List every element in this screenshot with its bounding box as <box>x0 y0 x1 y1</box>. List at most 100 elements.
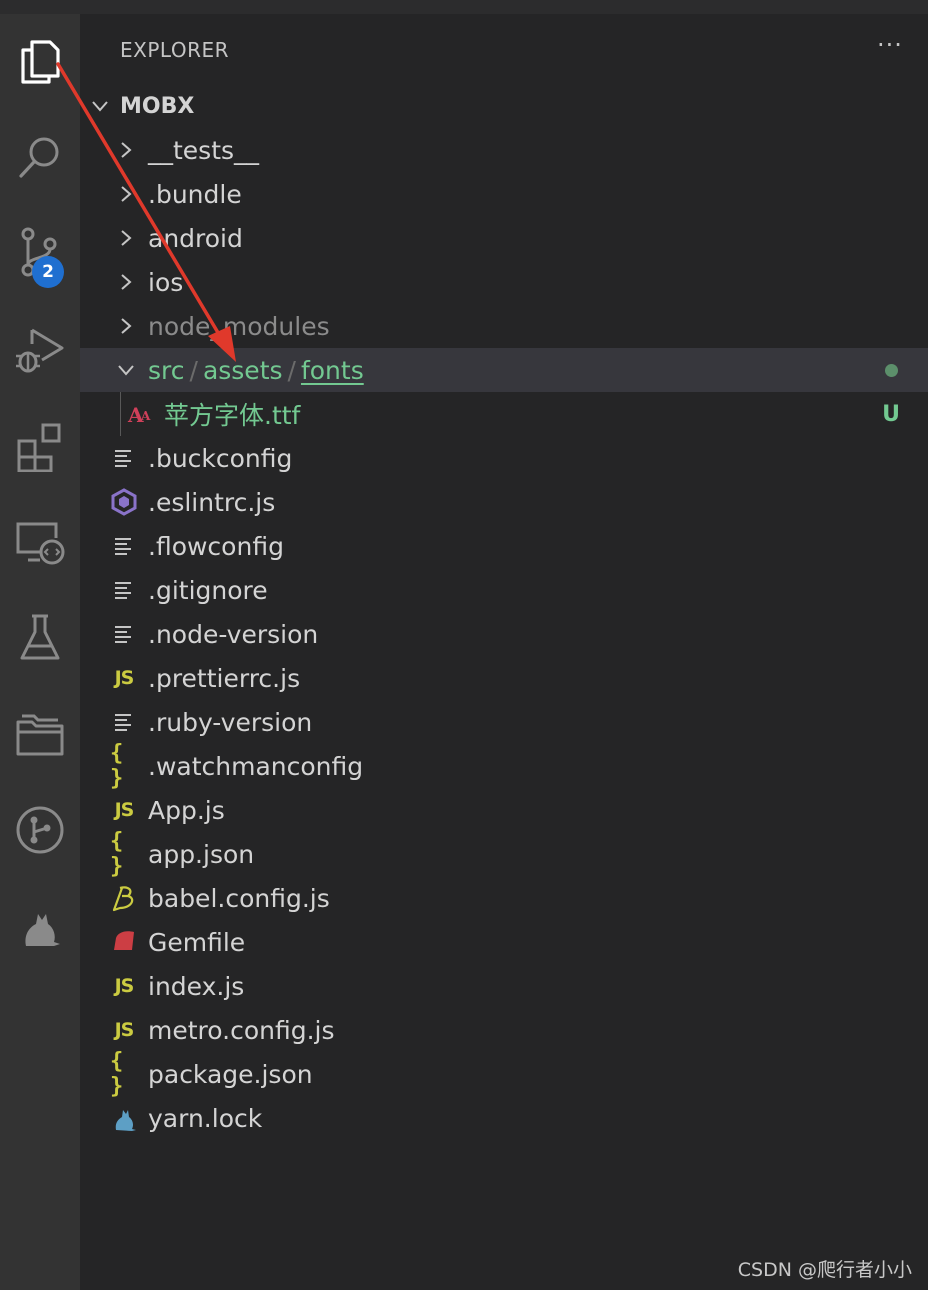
folder-row[interactable]: node_modules <box>80 304 928 348</box>
testing-activity-button[interactable] <box>0 598 80 678</box>
project-manager-icon <box>16 714 64 756</box>
js-icon: JS <box>114 975 135 997</box>
file-row[interactable]: yarn.lock <box>80 1096 928 1140</box>
chevron-right-icon <box>121 230 132 246</box>
file-row[interactable]: babel.config.js <box>80 876 928 920</box>
babel-icon <box>110 884 138 912</box>
svg-text:A: A <box>140 409 151 423</box>
extensions-icon <box>17 423 61 472</box>
file-row[interactable]: { } package.json <box>80 1049 928 1099</box>
root-folder-header[interactable]: MOBX <box>80 84 928 128</box>
explorer-sidebar: EXPLORER ··· MOBX __tests__ .bundle androi… <box>80 14 928 1290</box>
font-file-name: 苹方字体.ttf <box>164 401 301 430</box>
source-control-activity-button[interactable]: 2 <box>0 214 80 294</box>
window-top-strip <box>0 0 928 14</box>
chevron-right-icon <box>121 186 132 202</box>
lines-icon <box>110 444 138 472</box>
path-separator: / <box>287 355 296 385</box>
folder-row[interactable]: android <box>80 216 928 260</box>
compact-folder-src-assets-fonts[interactable]: src / assets / fonts <box>80 348 928 392</box>
folder-part-src[interactable]: src <box>148 356 185 385</box>
folder-row[interactable]: ios <box>80 260 928 304</box>
file-name: .prettierrc.js <box>148 663 301 693</box>
file-name: .ruby-version <box>148 707 313 737</box>
json-icon: { } <box>110 1049 124 1099</box>
root-folder-name: MOBX <box>120 93 195 119</box>
js-icon: JS <box>114 799 135 821</box>
folder-name: android <box>148 223 243 253</box>
file-row[interactable]: { } .watchmanconfig <box>80 741 928 791</box>
file-row[interactable]: .buckconfig <box>80 436 928 480</box>
git-graph-icon <box>16 806 64 854</box>
file-name: .flowconfig <box>148 531 284 561</box>
more-actions-button[interactable]: ··· <box>870 30 910 66</box>
search-activity-button[interactable] <box>0 118 80 198</box>
file-row[interactable]: .flowconfig <box>80 524 928 568</box>
file-row[interactable]: .node-version <box>80 612 928 656</box>
file-row[interactable]: JS App.js <box>80 788 928 832</box>
yarn-cat-icon <box>25 914 60 946</box>
watermark: CSDN @爬行者小小 <box>737 1259 912 1281</box>
json-icon: { } <box>110 829 124 879</box>
chevron-down-icon <box>92 101 108 112</box>
modified-contents-dot <box>885 363 898 377</box>
activity-bar: 2 <box>0 14 80 1290</box>
folder-row[interactable]: __tests__ <box>80 128 928 172</box>
file-name: .watchmanconfig <box>148 751 364 781</box>
file-row[interactable]: JS index.js <box>80 964 928 1008</box>
compact-folder-path: src / assets / fonts <box>148 356 364 385</box>
files-icon <box>21 40 60 84</box>
folder-part-assets[interactable]: assets <box>203 356 283 385</box>
file-name: Gemfile <box>148 927 246 957</box>
ruby-icon <box>110 928 138 956</box>
remote-explorer-icon <box>16 522 65 565</box>
file-name: .node-version <box>148 619 319 649</box>
untracked-status: U <box>882 401 900 427</box>
yarn-icon <box>110 1104 138 1132</box>
path-separator: / <box>189 355 198 385</box>
folder-name: __tests__ <box>148 135 260 165</box>
file-name: yarn.lock <box>148 1103 263 1133</box>
js-icon: JS <box>114 667 135 689</box>
run-debug-icon <box>16 328 64 373</box>
file-row-font[interactable]: A A 苹方字体.ttf U <box>80 392 928 436</box>
folder-name: .bundle <box>148 179 242 209</box>
js-icon: JS <box>114 1019 135 1041</box>
file-row[interactable]: .eslintrc.js <box>80 480 928 524</box>
chevron-right-icon <box>121 274 132 290</box>
chevron-down-icon <box>118 365 134 376</box>
testing-icon <box>20 614 60 660</box>
lines-icon <box>110 576 138 604</box>
file-row[interactable]: { } app.json <box>80 829 928 879</box>
chevron-right-icon <box>121 318 132 334</box>
file-name: app.json <box>148 839 255 869</box>
remote-explorer-activity-button[interactable] <box>0 502 80 582</box>
explorer-activity-button[interactable] <box>0 22 80 102</box>
folder-row[interactable]: .bundle <box>80 172 928 216</box>
run-debug-activity-button[interactable] <box>0 310 80 390</box>
search-icon <box>19 137 59 178</box>
lines-icon <box>110 532 138 560</box>
file-name: .gitignore <box>148 575 268 605</box>
file-name: package.json <box>148 1059 313 1089</box>
json-icon: { } <box>110 741 124 791</box>
git-graph-activity-button[interactable] <box>0 790 80 870</box>
file-row[interactable]: .gitignore <box>80 568 928 612</box>
file-row[interactable]: .ruby-version <box>80 700 928 744</box>
yarn-activity-button[interactable] <box>0 886 80 966</box>
project-manager-activity-button[interactable] <box>0 694 80 774</box>
file-row[interactable]: JS .prettierrc.js <box>80 656 928 700</box>
file-row[interactable]: Gemfile <box>80 920 928 964</box>
extensions-activity-button[interactable] <box>0 406 80 486</box>
lines-icon <box>110 708 138 736</box>
lines-icon <box>110 620 138 648</box>
folder-name: ios <box>148 267 184 297</box>
font-icon: A A <box>127 403 151 427</box>
file-name: App.js <box>148 795 225 825</box>
file-row[interactable]: JS metro.config.js <box>80 1008 928 1052</box>
folder-name: node_modules <box>148 311 330 341</box>
folder-part-fonts[interactable]: fonts <box>301 356 364 385</box>
file-name: index.js <box>148 971 245 1001</box>
eslint-icon <box>110 488 138 516</box>
file-name: .buckconfig <box>148 443 293 473</box>
